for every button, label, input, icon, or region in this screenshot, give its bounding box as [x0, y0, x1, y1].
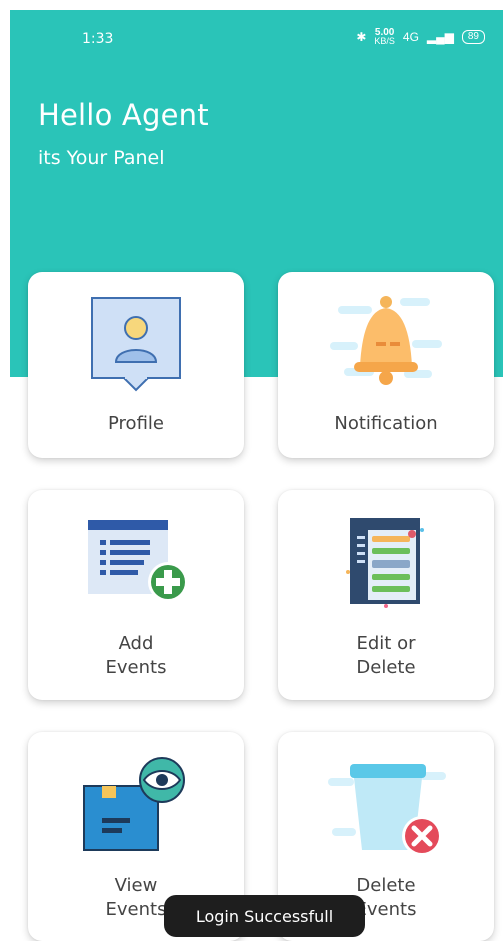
add-events-label-line2: Events: [105, 657, 167, 678]
battery-icon: 89: [461, 30, 485, 44]
network-speed: 5.00 KB/S: [374, 27, 395, 46]
edit-delete-label-line1: Edit or: [356, 633, 416, 654]
bluetooth-icon: ✱: [356, 30, 367, 44]
add-events-card[interactable]: Add Events: [28, 490, 244, 700]
profile-card[interactable]: Profile: [28, 272, 244, 458]
status-icons: ✱ 5.00 KB/S 4G ▂▄▆ 89: [356, 27, 485, 46]
notification-card[interactable]: Notification: [278, 272, 494, 458]
bell-icon: [330, 296, 442, 385]
edit-document-icon: [346, 518, 424, 608]
trash-icon: [328, 764, 446, 856]
add-list-icon: [88, 520, 188, 602]
eye-folder-icon: [83, 757, 185, 851]
edit-delete-card[interactable]: Edit or Delete: [278, 490, 494, 700]
network-type: 4G: [402, 30, 419, 44]
add-events-label-line1: Add: [118, 633, 154, 654]
notification-label: Notification: [334, 413, 438, 434]
greeting-title: Hello Agent: [38, 98, 209, 132]
greeting-subtitle: its Your Panel: [38, 147, 165, 169]
profile-label: Profile: [108, 413, 164, 434]
profile-icon: [91, 297, 181, 392]
edit-delete-label-line2: Delete: [356, 657, 416, 678]
status-time: 1:33: [82, 31, 114, 47]
signal-icon: ▂▄▆: [426, 30, 454, 44]
login-toast: Login Successfull: [164, 895, 365, 937]
status-bar: 1:33 ✱ 5.00 KB/S 4G ▂▄▆ 89: [10, 10, 503, 66]
